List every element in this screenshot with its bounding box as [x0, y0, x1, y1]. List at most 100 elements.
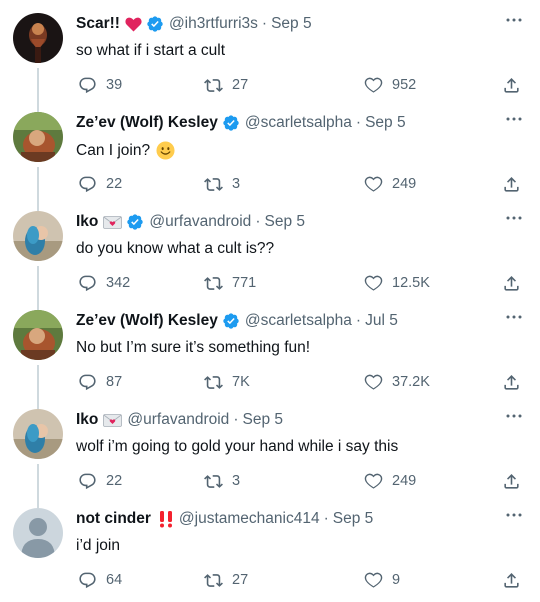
- share-icon: [502, 373, 521, 392]
- separator: ·: [355, 114, 362, 131]
- retweet-count: 3: [232, 176, 241, 192]
- share-button[interactable]: [502, 371, 521, 393]
- like-icon: [364, 76, 383, 95]
- retweet-icon: [204, 175, 223, 194]
- share-button[interactable]: [502, 173, 521, 195]
- more-icon[interactable]: [504, 408, 524, 424]
- tweet-header: Ze’ev (Wolf) Kesley @scarletsalpha · Sep…: [76, 112, 406, 134]
- tweet[interactable]: Iko @urfavandroid · Sep 5 wolf i’m going…: [0, 396, 540, 495]
- reply-count: 22: [106, 473, 123, 489]
- like-button[interactable]: 952: [364, 74, 416, 96]
- tweet[interactable]: Iko @urfavandroid · Sep 5 do you know wh…: [0, 198, 540, 297]
- user-handle[interactable]: @ih3rtfurri3s: [169, 15, 258, 33]
- user-handle[interactable]: @scarletsalpha: [245, 312, 352, 330]
- avatar[interactable]: [13, 211, 63, 261]
- share-icon: [502, 274, 521, 293]
- retweet-count: 27: [232, 572, 249, 588]
- verified-badge-icon: [222, 114, 240, 132]
- retweet-button[interactable]: 771: [204, 272, 256, 294]
- tweet-text-content: wolf i’m going to gold your hand while i…: [76, 438, 399, 455]
- share-button[interactable]: [502, 272, 521, 294]
- like-icon: [364, 274, 383, 293]
- double-exclamation-icon: [158, 510, 174, 528]
- separator: ·: [255, 213, 261, 230]
- like-count: 12.5K: [392, 275, 430, 291]
- share-button[interactable]: [502, 470, 521, 492]
- retweet-icon: [204, 571, 223, 590]
- tweet-text: so what if i start a cult: [76, 42, 225, 60]
- tweet-text-content: No but I’m sure it’s something fun!: [76, 339, 311, 356]
- retweet-icon: [204, 76, 223, 95]
- reply-count: 87: [106, 374, 123, 390]
- retweet-count: 27: [232, 77, 249, 93]
- like-count: 37.2K: [392, 374, 430, 390]
- more-icon[interactable]: [504, 12, 524, 28]
- share-button[interactable]: [502, 569, 521, 591]
- like-icon: [364, 175, 383, 194]
- share-button[interactable]: [502, 74, 521, 96]
- tweet-date[interactable]: Sep 5: [365, 114, 406, 132]
- tweet-header: Iko @urfavandroid · Sep 5: [76, 409, 283, 431]
- share-icon: [502, 76, 521, 95]
- tweet-text: do you know what a cult is??: [76, 240, 274, 258]
- reply-icon: [78, 373, 97, 392]
- reply-count: 22: [106, 176, 123, 192]
- reply-button[interactable]: 87: [78, 371, 122, 393]
- more-icon[interactable]: [504, 210, 524, 226]
- more-icon[interactable]: [504, 309, 524, 325]
- display-name[interactable]: Iko: [76, 213, 98, 231]
- tweet[interactable]: Scar!! @ih3rtfurri3s · Sep 5 so what if …: [0, 0, 540, 99]
- tweet-date[interactable]: Jul 5: [365, 312, 398, 330]
- verified-badge-icon: [222, 312, 240, 330]
- tweet-date[interactable]: Sep 5: [242, 411, 283, 429]
- like-button[interactable]: 249: [364, 470, 416, 492]
- more-icon[interactable]: [504, 507, 524, 523]
- reply-button[interactable]: 22: [78, 173, 122, 195]
- avatar[interactable]: [13, 112, 63, 162]
- like-button[interactable]: 12.5K: [364, 272, 430, 294]
- user-handle[interactable]: @justamechanic414: [179, 510, 320, 528]
- avatar[interactable]: [13, 409, 63, 459]
- display-name[interactable]: Iko: [76, 411, 98, 429]
- tweet-text-content: do you know what a cult is??: [76, 240, 275, 257]
- user-handle[interactable]: @urfavandroid: [149, 213, 251, 231]
- user-handle[interactable]: @scarletsalpha: [245, 114, 352, 132]
- like-count: 249: [392, 176, 417, 192]
- display-name[interactable]: Ze’ev (Wolf) Kesley: [76, 114, 218, 132]
- reply-button[interactable]: 22: [78, 470, 122, 492]
- retweet-button[interactable]: 3: [204, 173, 240, 195]
- tweet-text-content: Can I join?: [76, 141, 151, 159]
- more-icon[interactable]: [504, 111, 524, 127]
- retweet-button[interactable]: 27: [204, 569, 248, 591]
- tweet[interactable]: not cinder @justamechanic414 · Sep 5 i’d…: [0, 495, 540, 594]
- retweet-button[interactable]: 3: [204, 470, 240, 492]
- tweet-date[interactable]: Sep 5: [264, 213, 305, 231]
- display-name[interactable]: Ze’ev (Wolf) Kesley: [76, 312, 218, 330]
- display-name[interactable]: not cinder: [76, 510, 151, 528]
- display-name[interactable]: Scar!!: [76, 15, 120, 33]
- tweet-date[interactable]: Sep 5: [333, 510, 374, 528]
- like-button[interactable]: 37.2K: [364, 371, 430, 393]
- reply-button[interactable]: 342: [78, 272, 130, 294]
- retweet-count: 7K: [232, 374, 250, 390]
- like-count: 952: [392, 77, 417, 93]
- retweet-count: 771: [232, 275, 257, 291]
- tweet[interactable]: Ze’ev (Wolf) Kesley @scarletsalpha · Jul…: [0, 297, 540, 396]
- avatar[interactable]: [13, 508, 63, 558]
- avatar[interactable]: [13, 310, 63, 360]
- retweet-button[interactable]: 7K: [204, 371, 250, 393]
- avatar[interactable]: [13, 13, 63, 63]
- retweet-button[interactable]: 27: [204, 74, 248, 96]
- reply-button[interactable]: 64: [78, 569, 122, 591]
- like-button[interactable]: 249: [364, 173, 416, 195]
- like-button[interactable]: 9: [364, 569, 400, 591]
- separator: ·: [261, 15, 268, 32]
- retweet-count: 3: [232, 473, 241, 489]
- reply-button[interactable]: 39: [78, 74, 122, 96]
- tweet[interactable]: Ze’ev (Wolf) Kesley @scarletsalpha · Sep…: [0, 99, 540, 198]
- share-icon: [502, 175, 521, 194]
- reply-icon: [78, 472, 97, 491]
- user-handle[interactable]: @urfavandroid: [127, 411, 229, 429]
- tweet-date[interactable]: Sep 5: [271, 15, 312, 33]
- tweet-text: i’d join: [76, 537, 120, 555]
